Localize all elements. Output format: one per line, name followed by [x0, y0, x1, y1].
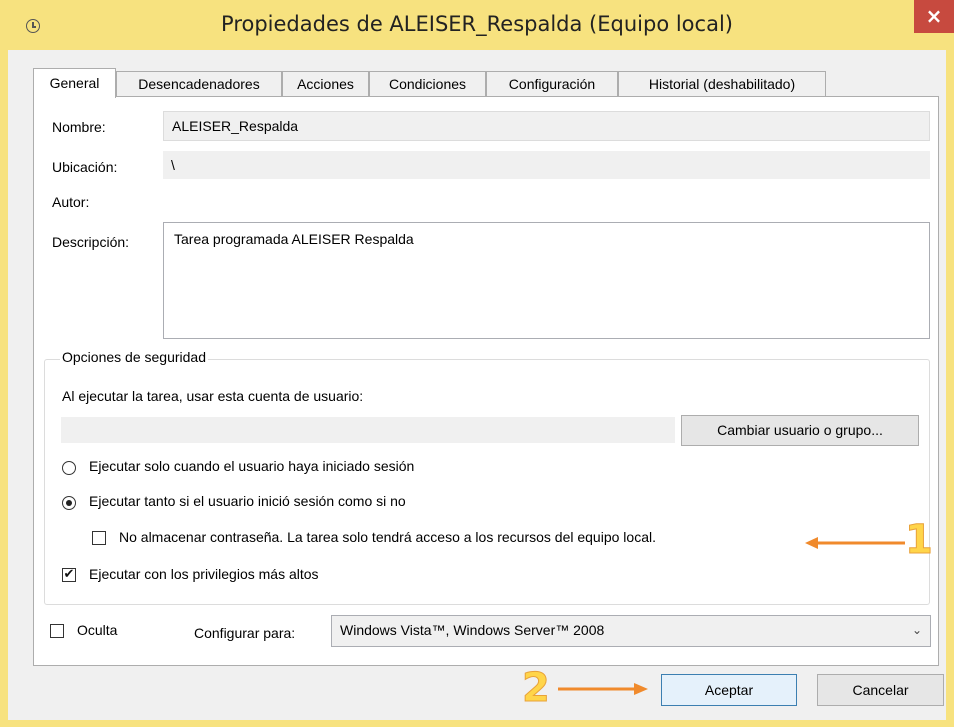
annotation-arrow-1: [805, 537, 905, 549]
dialog-client-area: General Desencadenadores Acciones Condic…: [8, 50, 946, 720]
tab-triggers[interactable]: Desencadenadores: [116, 71, 282, 97]
location-label: Ubicación:: [52, 159, 118, 175]
account-field[interactable]: [61, 417, 675, 443]
close-icon: ×: [925, 4, 943, 28]
author-label: Autor:: [52, 194, 90, 210]
configure-for-label: Configurar para:: [194, 625, 296, 641]
ok-button[interactable]: Aceptar: [661, 674, 797, 706]
highest-privileges-label[interactable]: Ejecutar con los privilegios más altos: [89, 566, 319, 582]
run-whether-logged-on-radio[interactable]: [62, 496, 76, 510]
description-textarea[interactable]: Tarea programada ALEISER Respalda: [163, 222, 930, 339]
tab-settings[interactable]: Configuración: [486, 71, 618, 97]
configure-for-value: Windows Vista™, Windows Server™ 2008: [340, 622, 605, 638]
annotation-arrow-2: [558, 683, 648, 695]
dialog-window: Propiedades de ALEISER_Respalda (Equipo …: [0, 0, 954, 727]
close-button[interactable]: ×: [914, 0, 954, 33]
location-field[interactable]: \: [163, 151, 930, 179]
account-prompt: Al ejecutar la tarea, usar esta cuenta d…: [62, 388, 364, 404]
tab-general[interactable]: General: [33, 68, 116, 98]
cancel-button[interactable]: Cancelar: [817, 674, 944, 706]
annotation-marker-1: 1: [905, 517, 934, 563]
general-tab-panel: Nombre: ALEISER_Respalda Ubicación: \ Au…: [33, 96, 939, 666]
change-user-button[interactable]: Cambiar usuario o grupo...: [681, 415, 919, 446]
run-whether-logged-on-label[interactable]: Ejecutar tanto si el usuario inició sesi…: [89, 493, 406, 509]
hidden-label[interactable]: Oculta: [77, 622, 117, 638]
name-label: Nombre:: [52, 119, 106, 135]
tab-history[interactable]: Historial (deshabilitado): [618, 71, 826, 97]
highest-privileges-checkbox[interactable]: ✔: [62, 568, 76, 582]
window-title: Propiedades de ALEISER_Respalda (Equipo …: [221, 12, 733, 36]
name-field[interactable]: ALEISER_Respalda: [163, 111, 930, 141]
do-not-store-password-label[interactable]: No almacenar contraseña. La tarea solo t…: [119, 529, 656, 545]
annotation-marker-2: 2: [522, 665, 551, 711]
tab-actions[interactable]: Acciones: [282, 71, 369, 97]
security-group-title: Opciones de seguridad: [60, 349, 208, 365]
chevron-down-icon: ⌄: [911, 623, 922, 637]
description-label: Descripción:: [52, 234, 130, 250]
tab-conditions[interactable]: Condiciones: [369, 71, 486, 97]
title-bar[interactable]: Propiedades de ALEISER_Respalda (Equipo …: [0, 0, 954, 50]
hidden-checkbox[interactable]: [50, 624, 64, 638]
run-when-logged-on-radio[interactable]: [62, 461, 76, 475]
run-when-logged-on-label[interactable]: Ejecutar solo cuando el usuario haya ini…: [89, 458, 414, 474]
configure-for-select[interactable]: Windows Vista™, Windows Server™ 2008 ⌄: [331, 615, 931, 647]
do-not-store-password-checkbox[interactable]: [92, 531, 106, 545]
